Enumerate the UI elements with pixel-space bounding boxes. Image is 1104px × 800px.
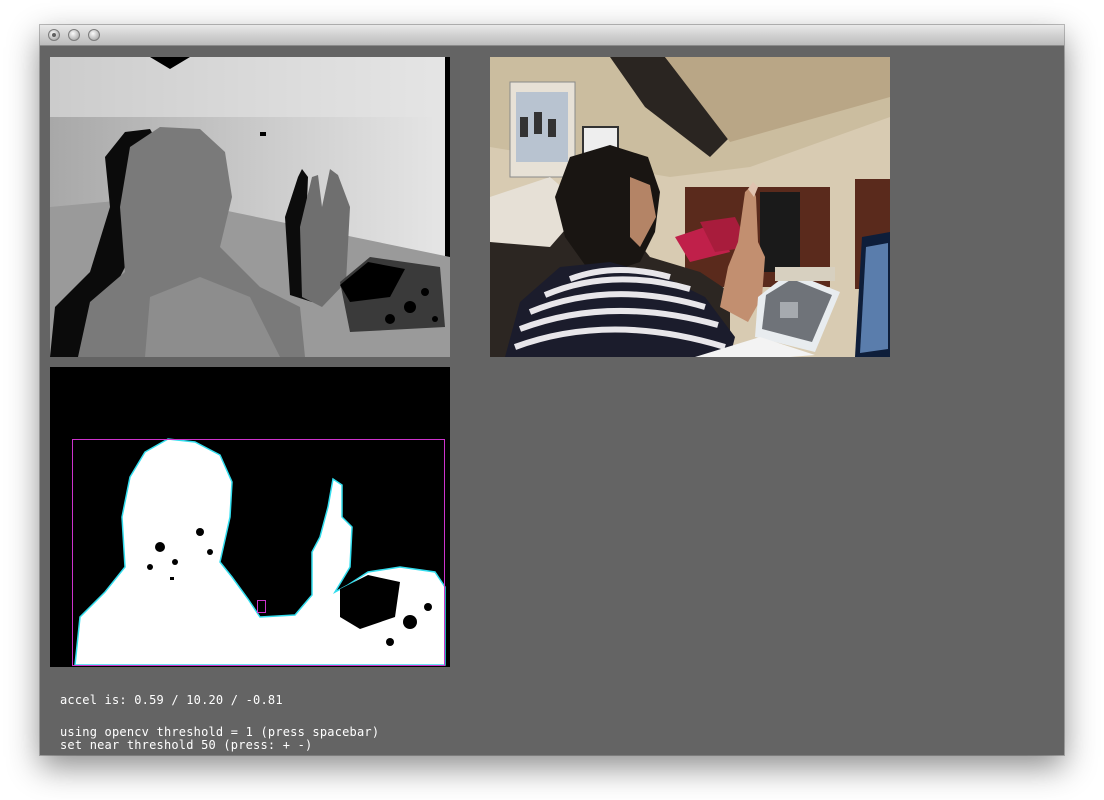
- depth-image: [50, 57, 450, 357]
- rgb-camera-image: [490, 57, 890, 357]
- title-bar[interactable]: [40, 25, 1064, 46]
- zoom-icon[interactable]: [88, 29, 100, 41]
- minimize-icon[interactable]: [68, 29, 80, 41]
- accel-readout: accel is: 0.59 / 10.20 / -0.81: [60, 693, 283, 707]
- near-threshold-status: set near threshold 50 (press: + -): [60, 738, 313, 752]
- close-icon[interactable]: [48, 29, 60, 41]
- threshold-image: [50, 367, 450, 667]
- app-window: accel is: 0.59 / 10.20 / -0.81 using ope…: [40, 25, 1064, 755]
